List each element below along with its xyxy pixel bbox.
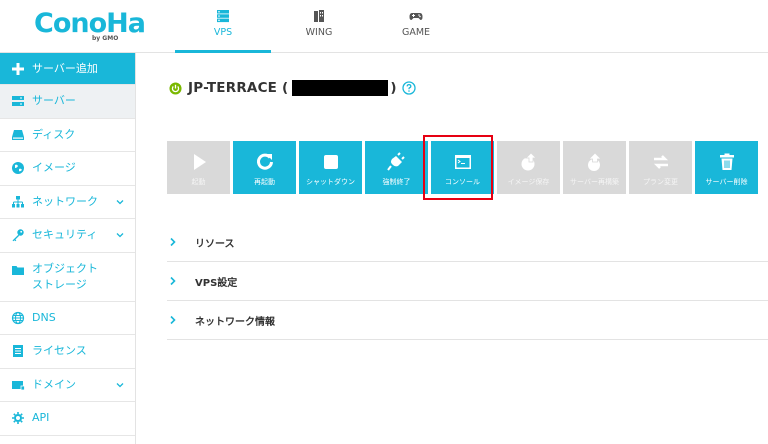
page-title: JP-TERRACE ( ): [169, 79, 416, 97]
console-icon: [454, 155, 471, 169]
network-icon: [12, 195, 24, 208]
sidebar-item-license[interactable]: ライセンス: [0, 335, 135, 369]
section-resources-label: リソース: [195, 238, 235, 250]
tab-wing[interactable]: WING: [271, 0, 367, 53]
server-action-bar: 起動 再起動 シャットダウン 強制終了 コンソール イメージ保存 サーバー再構築…: [167, 141, 761, 194]
image-save-button[interactable]: イメージ保存: [497, 141, 560, 194]
rebuild-icon: [587, 152, 602, 171]
tab-wing-label: WING: [305, 27, 333, 38]
chevron-right-icon: [170, 276, 176, 286]
chevron-down-icon: [116, 199, 124, 205]
help-icon[interactable]: [402, 81, 416, 95]
shutdown-button-label: シャットダウン: [306, 178, 355, 186]
shutdown-button[interactable]: シャットダウン: [299, 141, 362, 194]
server-name-prefix: JP-TERRACE (: [188, 80, 289, 96]
sidebar-item-label-line2: ストレージ: [32, 277, 87, 291]
sidebar-item-label: イメージ: [32, 161, 76, 175]
plan-change-icon: [653, 155, 668, 169]
globe-icon: [12, 162, 24, 175]
sidebar-item-disk[interactable]: ディスク: [0, 119, 135, 152]
delete-server-button-label: サーバー削除: [705, 178, 748, 186]
key-icon: [12, 229, 24, 242]
play-icon: [193, 154, 206, 170]
document-icon: [13, 345, 23, 358]
sidebar-item-domain[interactable]: ドメイン: [0, 369, 135, 402]
sidebar-item-label: ディスク: [32, 127, 76, 141]
stop-icon: [323, 155, 338, 169]
console-button[interactable]: コンソール: [431, 141, 494, 194]
sidebar-item-label: API: [32, 411, 50, 425]
server-stack-icon: [217, 10, 229, 23]
sidebar-item-network[interactable]: ネットワーク: [0, 186, 135, 219]
sidebar-item-server[interactable]: サーバー: [0, 85, 135, 119]
sidebar-item-label: サーバー: [32, 94, 76, 108]
restart-icon: [256, 153, 273, 170]
tab-vps-label: VPS: [213, 27, 233, 38]
tab-game-label: GAME: [401, 27, 431, 38]
gamepad-icon: [409, 13, 423, 20]
plan-change-button-label: プラン変更: [643, 178, 678, 186]
sidebar-item-api[interactable]: API: [0, 402, 135, 436]
sidebar-item-image[interactable]: イメージ: [0, 152, 135, 186]
force-stop-icon: [386, 152, 405, 171]
conoha-logo[interactable]: ConoHa by GMO: [34, 10, 146, 44]
rebuild-button[interactable]: サーバー再構築: [563, 141, 626, 194]
sidebar-item-label: ドメイン: [32, 377, 76, 391]
sidebar-item-add-server[interactable]: サーバー追加: [0, 53, 135, 85]
folder-icon: [12, 265, 24, 275]
tab-game[interactable]: GAME: [368, 0, 464, 53]
delete-server-button[interactable]: サーバー削除: [695, 141, 758, 194]
force-stop-button[interactable]: 強制終了: [365, 141, 428, 194]
section-network-info[interactable]: ネットワーク情報: [167, 301, 768, 340]
chevron-down-icon: [116, 382, 124, 388]
redacted-block: [292, 80, 389, 96]
top-header: ConoHa by GMO VPS WING GAME: [0, 0, 768, 53]
section-resources[interactable]: リソース: [167, 223, 768, 262]
chevron-down-icon: [116, 233, 124, 238]
server-icon: [12, 96, 24, 107]
power-status-icon: [169, 81, 182, 95]
logo-text: ConoHa: [34, 8, 146, 39]
tab-vps[interactable]: VPS: [175, 0, 271, 53]
start-button-label: 起動: [191, 178, 206, 186]
sidebar-item-label: サーバー追加: [32, 61, 98, 75]
globe-grid-icon: [11, 311, 25, 324]
section-network-info-label: ネットワーク情報: [195, 316, 275, 328]
disk-icon: [12, 129, 24, 140]
sidebar-item-label: ライセンス: [32, 344, 87, 358]
sidebar-item-dns[interactable]: DNS: [0, 302, 135, 335]
sidebar-item-label: セキュリティ: [32, 228, 98, 242]
sidebar-item-label: ネットワーク: [32, 194, 98, 208]
image-save-icon: [521, 152, 537, 171]
console-button-label: コンソール: [445, 178, 480, 186]
plan-change-button[interactable]: プラン変更: [629, 141, 692, 194]
chevron-right-icon: [170, 237, 176, 247]
section-vps-settings[interactable]: VPS設定: [167, 262, 768, 301]
restart-button[interactable]: 再起動: [233, 141, 296, 194]
sidebar-item-object-storage[interactable]: オブジェクト ストレージ: [0, 253, 135, 302]
sidebar-item-label: DNS: [32, 310, 56, 324]
main-content: JP-TERRACE ( ) 起動 再起動 シャットダウン 強制終了 コンソール…: [136, 53, 768, 444]
image-save-button-label: イメージ保存: [507, 178, 550, 186]
building-icon: [314, 10, 324, 22]
server-name-suffix: ): [390, 80, 397, 96]
server-detail-sections: リソース VPS設定 ネットワーク情報: [167, 223, 768, 340]
api-icon: [12, 412, 24, 425]
sidebar-item-label: オブジェクト ストレージ: [32, 261, 98, 293]
sidebar-item-label-line1: オブジェクト: [32, 261, 98, 275]
force-stop-button-label: 強制終了: [382, 178, 411, 186]
start-button[interactable]: 起動: [167, 141, 230, 194]
chevron-right-icon: [170, 315, 176, 325]
restart-button-label: 再起動: [254, 178, 275, 186]
section-vps-settings-label: VPS設定: [195, 277, 238, 289]
sidebar: サーバー追加 サーバー ディスク イメージ ネットワーク セキュリティ オブジェ…: [0, 53, 136, 444]
logo-sub: by GMO: [92, 35, 119, 42]
plus-icon: [12, 62, 24, 75]
sidebar-item-security[interactable]: セキュリティ: [0, 219, 135, 253]
trash-icon: [719, 153, 734, 170]
rebuild-button-label: サーバー再構築: [570, 178, 619, 186]
domain-icon: [12, 380, 25, 391]
